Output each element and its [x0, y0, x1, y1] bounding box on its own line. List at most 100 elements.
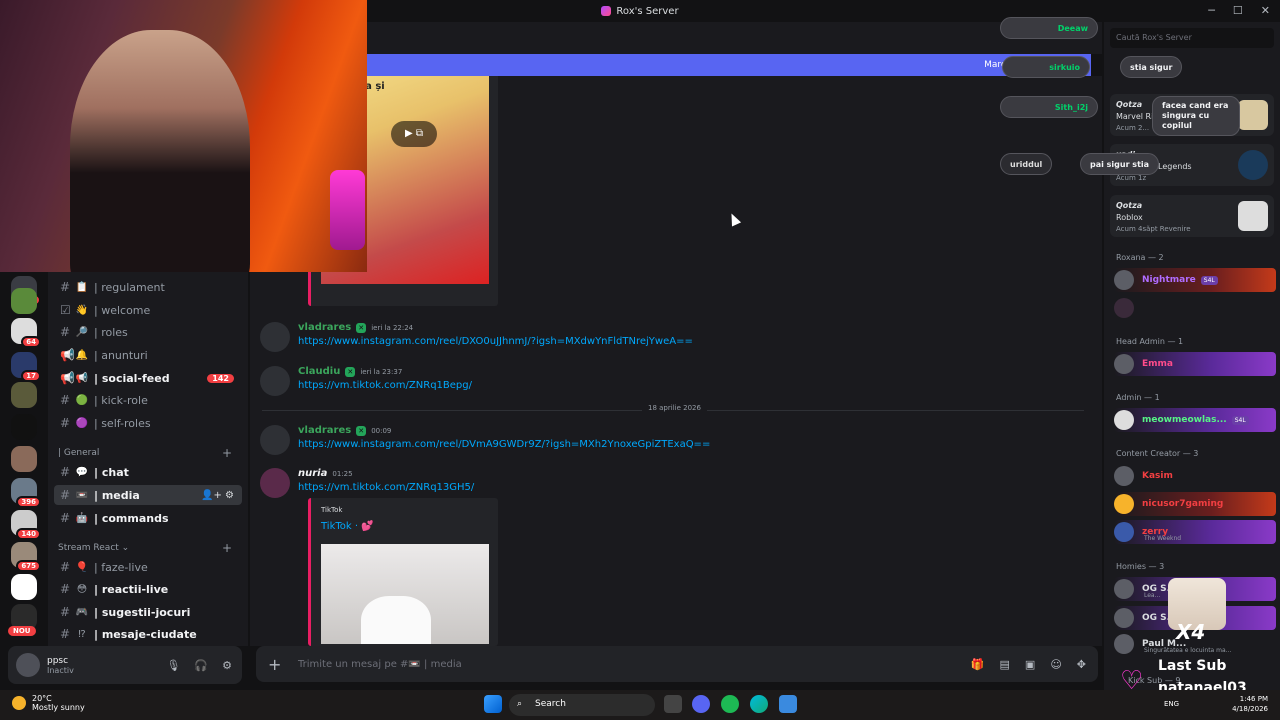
apps-icon[interactable]: ✥ [1077, 658, 1086, 671]
search-input[interactable]: Caută Rox's Server [1110, 28, 1274, 48]
emoji-icon[interactable]: ☺ [1050, 658, 1061, 671]
channel-regulament[interactable]: # 📋 | regulament [54, 277, 242, 297]
microphone-icon[interactable]: 🎙 [166, 659, 180, 672]
sticker-icon[interactable]: ▣ [1025, 658, 1035, 671]
server-icon[interactable]: 64 [11, 318, 41, 348]
edge-icon[interactable] [750, 695, 768, 713]
mark-as-read-banner[interactable]: Marchează ca citit [367, 54, 1091, 76]
hash-icon: # [60, 416, 71, 430]
member-row[interactable]: Nightmare S4L [1114, 268, 1276, 292]
taskbar-search[interactable]: Search [509, 694, 655, 716]
message-author[interactable]: nuria [298, 468, 327, 479]
server-icon[interactable] [11, 382, 37, 408]
member-row[interactable]: zerry The Weeknd [1114, 520, 1276, 544]
message-author[interactable]: vladrares [298, 322, 351, 333]
message-composer[interactable]: + Trimite un mesaj pe #📼 | media 🎁 ▤ ▣ ☺… [256, 646, 1098, 682]
play-icon[interactable]: ▶ ⧉ [391, 121, 437, 147]
channel-name: | anunturi [94, 348, 148, 362]
message-link[interactable]: https://www.instagram.com/reel/DXO0uJJhn… [298, 336, 693, 347]
avatar[interactable] [260, 366, 290, 396]
server-icon[interactable]: 17 [11, 352, 41, 382]
embed-title[interactable]: TikTok · 💕 [321, 521, 498, 532]
channel-name: | mesaje-ciudate [94, 627, 197, 641]
message-link[interactable]: https://www.instagram.com/reel/DVmA9GWDr… [298, 439, 710, 450]
channel-roles[interactable]: # 🔎 | roles [54, 322, 242, 342]
windows-start-icon[interactable] [484, 695, 502, 713]
avatar[interactable] [260, 425, 290, 455]
game-icon [1238, 100, 1268, 130]
activity-time: Acum 2... [1116, 124, 1150, 132]
channel-emoji: 💬 [75, 466, 89, 478]
activity-card[interactable]: Qotza Roblox Acum 4săpt Revenire [1110, 195, 1274, 237]
embed-provider: TikTok [321, 506, 343, 514]
category-general[interactable]: | General + [58, 446, 238, 460]
gear-icon[interactable]: ⚙ [222, 659, 232, 672]
channel-settings-icon[interactable]: 👤+ ⚙ [201, 490, 234, 501]
server-icon[interactable]: 396 [11, 478, 41, 508]
channel-social-feed[interactable]: 📢 📢 | social-feed 142 [54, 368, 242, 388]
maximize-icon[interactable]: ☐ [1233, 4, 1243, 17]
task-view-icon[interactable] [664, 695, 682, 713]
embed-thumbnail[interactable] [321, 544, 489, 644]
add-channel-icon[interactable]: + [222, 541, 232, 555]
member-row[interactable]: meowmeowlas... S4L [1114, 408, 1276, 432]
message-link[interactable]: https://vm.tiktok.com/ZNRq1Bepg/ [298, 380, 472, 391]
chat-overlay-pill: Deeaw [1000, 17, 1098, 39]
discord-icon[interactable] [692, 695, 710, 713]
channel-faze-live[interactable]: # 🎈 | faze-live [54, 557, 242, 577]
channel-sugestii-jocuri[interactable]: # 🎮 | sugestii-jocuri [54, 602, 242, 622]
category-stream-react[interactable]: Stream React ⌄ + [58, 541, 238, 555]
member-row[interactable] [1114, 296, 1276, 320]
member-row[interactable]: Emma [1114, 352, 1276, 376]
server-icon[interactable]: 675 [11, 542, 41, 572]
server-icon[interactable] [11, 574, 37, 600]
close-icon[interactable]: ✕ [1261, 4, 1270, 17]
channel-anunturi[interactable]: 📢 🔔 | anunturi [54, 345, 242, 365]
message-input[interactable]: Trimite un mesaj pe #📼 | media [298, 659, 462, 670]
avatar[interactable] [260, 322, 290, 352]
message-author[interactable]: Claudiu [298, 366, 340, 377]
server-icon[interactable] [11, 414, 37, 440]
language-indicator[interactable]: ENG [1164, 700, 1179, 708]
hash-icon: # [60, 560, 71, 574]
avatar[interactable] [260, 468, 290, 498]
avatar[interactable] [16, 653, 40, 677]
message-author[interactable]: vladrares [298, 425, 351, 436]
gift-icon[interactable]: 🎁 [971, 658, 985, 671]
overlay-text: uriddul [1010, 159, 1043, 169]
chat-overlay-pill: facea cand era singura cu copilul [1152, 96, 1240, 136]
channel-commands[interactable]: # 🤖 | commands [54, 508, 242, 528]
spotify-icon[interactable] [721, 695, 739, 713]
channel-self-roles[interactable]: # 🟣 | self-roles [54, 413, 242, 433]
clock[interactable]: 1:46 PM 4/18/2026 [1232, 694, 1268, 714]
message-time: ieri la 23:37 [360, 367, 403, 376]
server-icon[interactable] [11, 288, 37, 314]
member-row[interactable]: Kasim [1114, 464, 1276, 488]
channel-list: # 📋 | regulament ☑ 👋 | welcome # 🔎 | roles 📢 🔔 |… [48, 270, 248, 646]
headphones-icon[interactable]: 🎧 [194, 659, 208, 672]
server-icon[interactable]: 140 [11, 510, 41, 540]
weather-widget[interactable]: 20°C Mostly sunny [12, 694, 85, 712]
attach-icon[interactable]: + [268, 655, 288, 674]
channel-chat[interactable]: # 💬 | chat [54, 462, 242, 482]
add-channel-icon[interactable]: + [222, 446, 232, 460]
message-time: ieri la 22:24 [371, 323, 414, 332]
member-row[interactable]: nicusor7gaming [1114, 492, 1276, 516]
gif-icon[interactable]: ▤ [1000, 658, 1010, 671]
role-icon: ✕ [356, 425, 367, 436]
channel-media[interactable]: # 📼 | media 👤+ ⚙ [54, 485, 242, 505]
chat-overlay-pill: pai sigur stia [1080, 153, 1160, 175]
channel-reactii-live[interactable]: # 😳 | reactii-live [54, 579, 242, 599]
avatar [1114, 354, 1134, 374]
activity-time: Acum 1z [1116, 174, 1147, 182]
server-icon[interactable] [11, 446, 37, 472]
message-link[interactable]: https://vm.tiktok.com/ZNRq13GH5/ [298, 482, 474, 493]
channel-welcome[interactable]: ☑ 👋 | welcome [54, 300, 242, 320]
app-icon[interactable] [779, 695, 797, 713]
minimize-icon[interactable]: ─ [1208, 4, 1215, 17]
channel-kick-role[interactable]: # 🟢 | kick-role [54, 390, 242, 410]
overlay-text: pai sigur stia [1090, 159, 1150, 169]
channel-mesaje-ciudate[interactable]: # ⁉ | mesaje-ciudate [54, 624, 242, 644]
overlay-text: Deeaw [1057, 23, 1088, 33]
clock-date: 4/18/2026 [1232, 705, 1268, 713]
